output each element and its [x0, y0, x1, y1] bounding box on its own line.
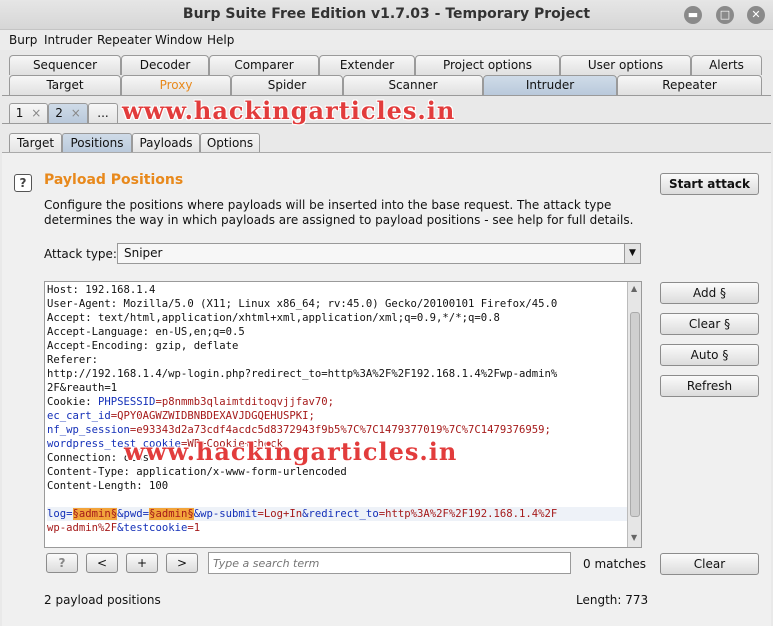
add-marker-button[interactable]: Add § — [660, 282, 759, 304]
page-title: Payload Positions — [44, 172, 184, 188]
watermark: www.hackingarticles.in — [122, 96, 456, 125]
menu-repeater[interactable]: Repeater — [97, 33, 152, 47]
param-value: =http%3A%2F%2F192.168.1.4%2F — [378, 508, 558, 520]
tab-target[interactable]: Target — [9, 75, 121, 95]
search-matches: 0 matches — [583, 557, 647, 571]
watermark: www.hackingarticles.in — [124, 437, 458, 466]
attack-tab-2[interactable]: 2 × — [48, 103, 88, 123]
request-line: wp-admin%2F&testcookie=1 — [47, 521, 627, 535]
param-value: =1 — [187, 522, 201, 534]
param-value: =Log+In — [257, 508, 303, 520]
request-length: Length: 773 — [576, 593, 649, 607]
search-prev-button[interactable]: < — [86, 553, 118, 573]
clear-markers-button[interactable]: Clear § — [660, 313, 759, 335]
search-next-button[interactable]: > — [166, 553, 198, 573]
attack-type-value: Sniper — [124, 246, 163, 260]
help-icon[interactable]: ? — [14, 174, 32, 192]
request-line: Accept: text/html,application/xhtml+xml,… — [47, 312, 500, 324]
window-title: Burp Suite Free Edition v1.7.03 - Tempor… — [182, 6, 591, 22]
tab-extender[interactable]: Extender — [319, 55, 415, 75]
menu-window[interactable]: Window — [155, 33, 202, 47]
param-name: log= — [47, 508, 73, 520]
new-attack-tab[interactable]: ... — [88, 103, 118, 123]
close-icon[interactable]: ✕ — [747, 6, 765, 24]
param-value: =p8nmmb3qlaimtditoqvjjfav70; — [155, 396, 335, 408]
attack-tab-1-label: 1 — [15, 106, 24, 120]
request-line: 2F&reauth=1 — [47, 382, 118, 394]
editor-scrollbar[interactable]: ▲ ▼ — [627, 282, 641, 547]
tab-repeater[interactable]: Repeater — [617, 75, 762, 95]
tab-intruder[interactable]: Intruder — [483, 75, 617, 95]
subtab-positions[interactable]: Positions — [62, 133, 132, 153]
menu-burp[interactable]: Burp — [9, 33, 37, 47]
clear-button[interactable]: Clear — [660, 553, 759, 575]
scroll-down-icon[interactable]: ▼ — [631, 533, 637, 542]
request-line: Accept-Encoding: gzip, deflate — [47, 340, 239, 352]
param-value: wp-admin%2F — [47, 522, 118, 534]
param-name: nf_wp_session — [47, 424, 130, 436]
param-value: =e93343d2a73cdf4acdc5d8372943f9b5%7C%7C1… — [129, 424, 551, 436]
chevron-down-icon: ▼ — [624, 244, 640, 263]
refresh-button[interactable]: Refresh — [660, 375, 759, 397]
payload-marker: §admin§ — [72, 508, 118, 520]
payload-marker: §admin§ — [149, 508, 194, 520]
request-editor[interactable]: Host: 192.168.1.4 User-Agent: Mozilla/5.0… — [44, 281, 642, 548]
cookie-label: Cookie: — [47, 396, 99, 408]
request-line: Referer: — [47, 354, 99, 366]
menu-intruder[interactable]: Intruder — [44, 33, 92, 47]
tab-user-options[interactable]: User options — [560, 55, 691, 75]
param-name: &pwd= — [117, 508, 150, 520]
param-name: &redirect_to — [302, 508, 379, 520]
request-line: ec_cart_id=QPY0AGWZWIDBNBDEXAVJDGQEHUSPK… — [47, 409, 627, 423]
search-help-button[interactable]: ? — [46, 553, 78, 573]
tab-spider[interactable]: Spider — [231, 75, 343, 95]
request-line: http://192.168.1.4/wp-login.php?redirect… — [47, 368, 558, 380]
param-name: PHPSESSID — [98, 396, 156, 408]
positions-description: Configure the positions where payloads w… — [44, 198, 634, 227]
request-line: Content-Length: 100 — [47, 480, 169, 492]
search-add-button[interactable]: + — [126, 553, 158, 573]
param-name: &testcookie — [117, 522, 188, 534]
tab-sequencer[interactable]: Sequencer — [9, 55, 121, 75]
close-tab-icon[interactable]: × — [71, 106, 81, 120]
scrollbar-thumb[interactable] — [630, 312, 640, 517]
request-line: log=§admin§&pwd=§admin§&wp-submit=Log+In… — [47, 507, 627, 521]
request-line: Cookie: PHPSESSID=p8nmmb3qlaimtditoqvjjf… — [47, 395, 627, 409]
param-name: ec_cart_id — [47, 410, 111, 422]
search-input[interactable] — [208, 552, 571, 574]
request-line — [47, 493, 627, 507]
start-attack-button[interactable]: Start attack — [660, 173, 759, 195]
scroll-up-icon[interactable]: ▲ — [631, 284, 637, 293]
request-line: Accept-Language: en-US,en;q=0.5 — [47, 326, 245, 338]
auto-markers-button[interactable]: Auto § — [660, 344, 759, 366]
menu-help[interactable]: Help — [207, 33, 234, 47]
request-text[interactable]: Host: 192.168.1.4 User-Agent: Mozilla/5.0… — [47, 283, 627, 535]
request-line: Content-Type: application/x-www-form-url… — [47, 466, 347, 478]
tab-scanner[interactable]: Scanner — [343, 75, 483, 95]
request-line: User-Agent: Mozilla/5.0 (X11; Linux x86_… — [47, 298, 558, 310]
subtab-payloads[interactable]: Payloads — [132, 133, 200, 153]
request-line: nf_wp_session=e93343d2a73cdf4acdc5d83729… — [47, 423, 627, 437]
subtab-options[interactable]: Options — [200, 133, 260, 153]
param-value: =QPY0AGWZWIDBNBDEXAVJDGQEHUSPKI; — [110, 410, 315, 422]
attack-type-select[interactable]: Sniper ▼ — [117, 243, 641, 264]
tab-alerts[interactable]: Alerts — [691, 55, 762, 75]
menu-bar: Burp Intruder Repeater Window Help — [0, 30, 773, 50]
attack-type-label: Attack type: — [44, 247, 117, 261]
attack-tab-2-label: 2 — [55, 106, 63, 120]
attack-tab-1[interactable]: 1 × — [9, 103, 48, 123]
payload-positions-count: 2 payload positions — [44, 593, 161, 607]
minimize-icon[interactable]: ▬ — [684, 6, 702, 24]
subtab-target[interactable]: Target — [9, 133, 62, 153]
request-line: Host: 192.168.1.4 — [47, 284, 156, 296]
title-bar: Burp Suite Free Edition v1.7.03 - Tempor… — [0, 0, 773, 30]
close-tab-icon[interactable]: × — [31, 106, 41, 120]
tab-comparer[interactable]: Comparer — [209, 55, 319, 75]
tab-decoder[interactable]: Decoder — [121, 55, 209, 75]
tab-proxy[interactable]: Proxy — [121, 75, 231, 95]
tab-project-options[interactable]: Project options — [415, 55, 560, 75]
param-name: &wp-submit — [193, 508, 258, 520]
maximize-icon[interactable]: □ — [716, 6, 734, 24]
